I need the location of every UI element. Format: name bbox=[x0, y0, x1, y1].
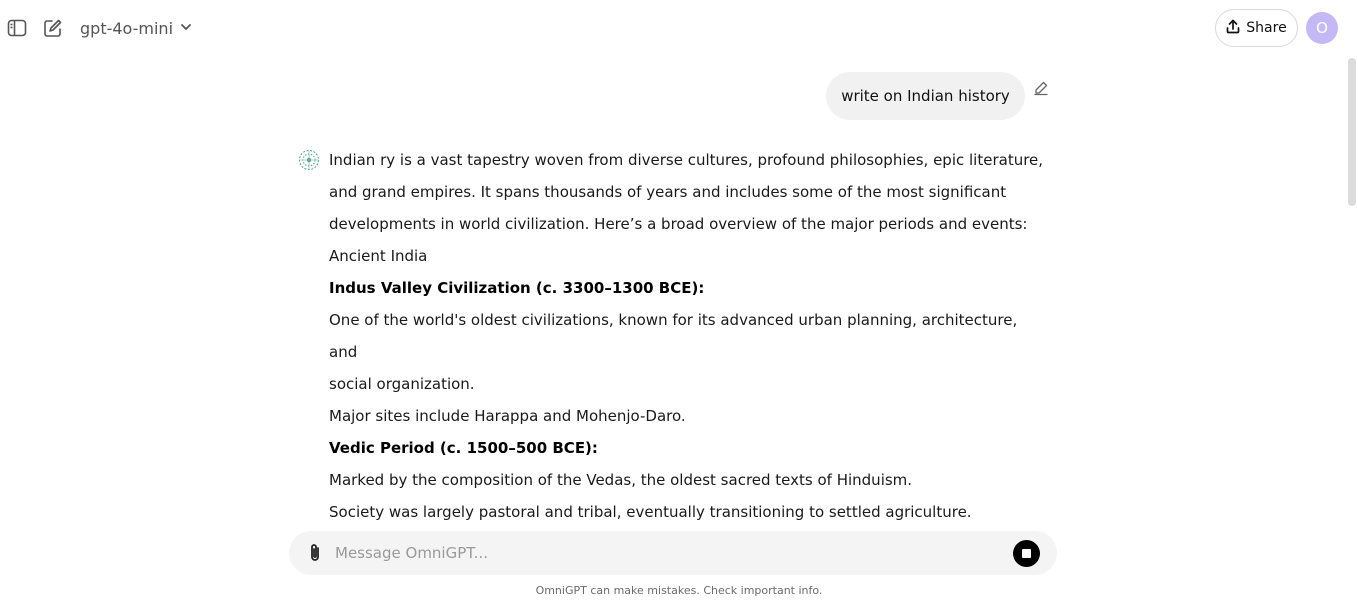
paragraph-line: Major sites include Harappa and Mohenjo-… bbox=[329, 407, 686, 425]
top-bar: gpt-4o-mini Share O bbox=[0, 0, 1358, 56]
model-selector[interactable]: gpt-4o-mini bbox=[80, 16, 193, 40]
scrollbar-thumb[interactable] bbox=[1348, 58, 1356, 206]
message-composer bbox=[289, 531, 1057, 575]
section-heading: Vedic Period (c. 1500–500 BCE): bbox=[329, 439, 598, 457]
disclaimer-text: OmniGPT can make mistakes. Check importa… bbox=[535, 584, 823, 597]
paperclip-icon[interactable] bbox=[305, 542, 325, 564]
share-button[interactable]: Share bbox=[1215, 9, 1298, 47]
avatar-initial: O bbox=[1316, 19, 1328, 37]
paragraph-line: Society was largely pastoral and tribal,… bbox=[329, 503, 972, 521]
paragraph-line: One of the world's oldest civilizations,… bbox=[329, 311, 1018, 361]
chat-app: gpt-4o-mini Share O write on Indian hist… bbox=[0, 0, 1358, 607]
paragraph-line: Indian ry is a vast tapestry woven from … bbox=[329, 151, 1044, 169]
paragraph-line: developments in world civilization. Here… bbox=[329, 215, 1028, 233]
chevron-down-icon bbox=[179, 19, 193, 38]
user-message-text: write on Indian history bbox=[841, 87, 1010, 105]
section-heading: Indus Valley Civilization (c. 3300–1300 … bbox=[329, 279, 705, 297]
paragraph-line: social organization. bbox=[329, 375, 475, 393]
user-message-bubble: write on Indian history bbox=[826, 72, 1025, 120]
share-label: Share bbox=[1246, 20, 1287, 36]
assistant-logo-icon bbox=[298, 149, 320, 171]
section-heading: Mahajanapadas (c. 600–300 BCE): bbox=[329, 528, 1049, 530]
paragraph-line: and grand empires. It spans thousands of… bbox=[329, 183, 1007, 201]
stop-icon bbox=[1022, 549, 1031, 558]
message-input[interactable] bbox=[335, 537, 995, 569]
paragraph-line: Ancient India bbox=[329, 247, 428, 265]
model-name: gpt-4o-mini bbox=[80, 18, 174, 38]
scrollbar[interactable] bbox=[1346, 56, 1358, 531]
upload-icon bbox=[1226, 19, 1240, 38]
stop-generating-button[interactable] bbox=[1013, 540, 1040, 567]
paragraph-line: Marked by the composition of the Vedas, … bbox=[329, 471, 913, 489]
pencil-icon[interactable] bbox=[1033, 80, 1049, 96]
user-avatar[interactable]: O bbox=[1306, 12, 1338, 44]
assistant-message: Indian ry is a vast tapestry woven from … bbox=[329, 144, 1049, 530]
sidebar-toggle-icon[interactable] bbox=[6, 17, 28, 39]
new-chat-icon[interactable] bbox=[42, 17, 64, 39]
